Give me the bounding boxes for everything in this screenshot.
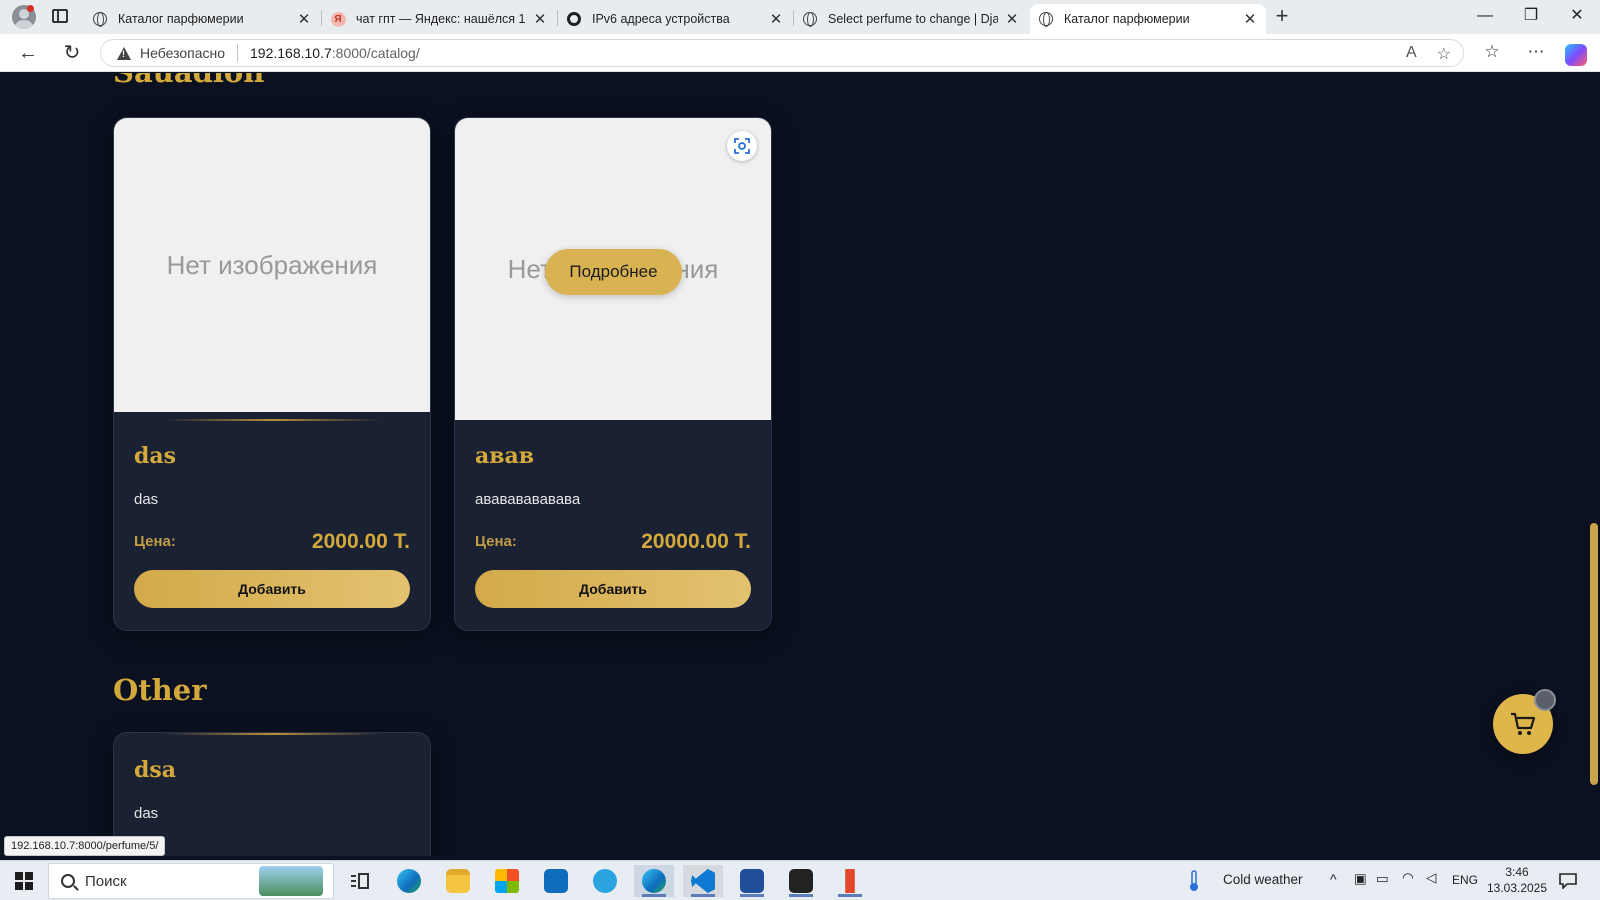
product-name: das [134,443,177,469]
edge-icon[interactable] [389,865,429,897]
section-title: Other [113,673,207,707]
telegram-icon[interactable] [585,865,625,897]
section-title: Sauadion [113,73,264,89]
search-icon [61,874,75,888]
favorite-star-icon[interactable]: ☆ [1437,44,1451,64]
weather-text[interactable]: Cold weather [1223,872,1303,887]
notifications-icon[interactable] [1552,865,1584,897]
search-highlight-image [259,866,323,896]
globe-icon [802,11,818,27]
page-viewport: Sauadion Нет изображения das das Цена: 2… [4,73,1600,856]
close-window-button[interactable]: ✕ [1554,0,1600,34]
scrollbar[interactable] [1590,523,1598,785]
windows-start-icon[interactable] [4,865,44,897]
copilot-icon[interactable] [1565,44,1587,66]
new-tab-button[interactable]: + [1268,4,1296,30]
globe-icon [92,11,108,27]
clock[interactable]: 3:46 13.03.2025 [1486,864,1548,896]
tab-close-icon[interactable]: ✕ [1242,10,1258,28]
tab-actions-icon[interactable] [52,9,68,23]
terminal-app-icon[interactable] [781,865,821,897]
git-app-icon[interactable] [830,865,870,897]
tab-close-icon[interactable]: ✕ [1004,10,1020,28]
reload-icon[interactable]: ↻ [58,41,86,65]
volume-icon[interactable]: ◁ [1426,870,1436,886]
add-to-cart-button[interactable]: Добавить [134,570,410,608]
store-icon[interactable] [487,865,527,897]
back-arrow-icon[interactable]: ← [14,41,42,65]
notification-dot [27,5,34,12]
tab-close-icon[interactable]: ✕ [768,10,784,28]
tab-catalog-1[interactable]: Каталог парфюмерии ✕ [84,4,320,34]
more-options-icon[interactable]: ⋯ [1524,42,1548,64]
tab-ipv6[interactable]: IPv6 адреса устройства ✕ [558,4,792,34]
language-indicator[interactable]: ENG [1452,873,1478,887]
tab-catalog-active[interactable]: Каталог парфюмерии ✕ [1030,4,1266,34]
price-label: Цена: [134,533,176,550]
url-field[interactable]: Небезопасно 192.168.10.7:8000/catalog/ A… [100,39,1464,67]
product-description: das [134,491,159,508]
status-link-preview: 192.168.10.7:8000/perfume/5/ [4,836,166,856]
outlook-icon[interactable] [536,865,576,897]
security-label[interactable]: Небезопасно [140,45,225,61]
browser-address-bar: ← ↻ Небезопасно 192.168.10.7:8000/catalo… [0,34,1600,72]
warning-icon [117,46,131,60]
product-price: 2000.00 T. [311,530,410,553]
battery-icon[interactable]: ▭ [1376,871,1389,887]
tab-close-icon[interactable]: ✕ [296,10,312,28]
product-name: dsa [134,757,177,783]
product-description: das [134,805,159,822]
browser-tab-bar: Каталог парфюмерии ✕ Я чат гпт — Яндекс:… [0,0,1600,34]
thermometer-icon [1180,865,1208,897]
product-card[interactable]: Нет изображения Подробнее авав авававава… [454,117,772,631]
windows-taskbar: Поиск Cold weather ^ ▣ ▭ ◠ ◁ ENG 3:46 13… [0,860,1600,900]
chatgpt-icon [566,11,582,27]
file-explorer-icon[interactable] [438,865,478,897]
edge-active-icon[interactable] [634,865,674,897]
wifi-icon[interactable]: ◠ [1402,870,1414,886]
read-aloud-icon[interactable]: A [1406,44,1417,64]
vscode-icon[interactable] [683,865,723,897]
restore-button[interactable]: ❐ [1508,0,1554,34]
globe-icon [1038,11,1054,27]
meet-now-icon[interactable]: ▣ [1354,871,1367,887]
product-description: авававававава [475,491,581,508]
favorites-icon[interactable]: ☆ [1480,42,1504,64]
taskbar-search[interactable]: Поиск [48,863,334,899]
url-path: :8000/catalog/ [331,45,420,61]
task-view-icon[interactable] [340,865,380,897]
url-host: 192.168.10.7 [250,45,332,61]
product-price: 20000.00 T. [641,530,751,553]
cart-icon [1511,712,1536,735]
yandex-icon: Я [330,11,346,27]
tab-close-icon[interactable]: ✕ [532,10,548,28]
minimize-button[interactable]: — [1462,0,1508,34]
tab-yandex[interactable]: Я чат гпт — Яндекс: нашёлся 1 млн резуль… [322,4,556,34]
add-to-cart-button[interactable]: Добавить [475,570,751,608]
price-label: Цена: [475,533,517,550]
product-name: авав [475,443,535,469]
details-button[interactable]: Подробнее [545,249,682,295]
powershell-icon[interactable] [732,865,772,897]
cart-count-badge [1534,689,1556,711]
product-image: Нет изображения [114,118,430,412]
product-card[interactable]: Нет изображения das das Цена: 2000.00 T.… [113,117,431,631]
visual-search-icon[interactable] [727,131,757,161]
tab-django-admin[interactable]: Select perfume to change | Django site a… [794,4,1028,34]
tray-chevron-icon[interactable]: ^ [1330,871,1337,887]
